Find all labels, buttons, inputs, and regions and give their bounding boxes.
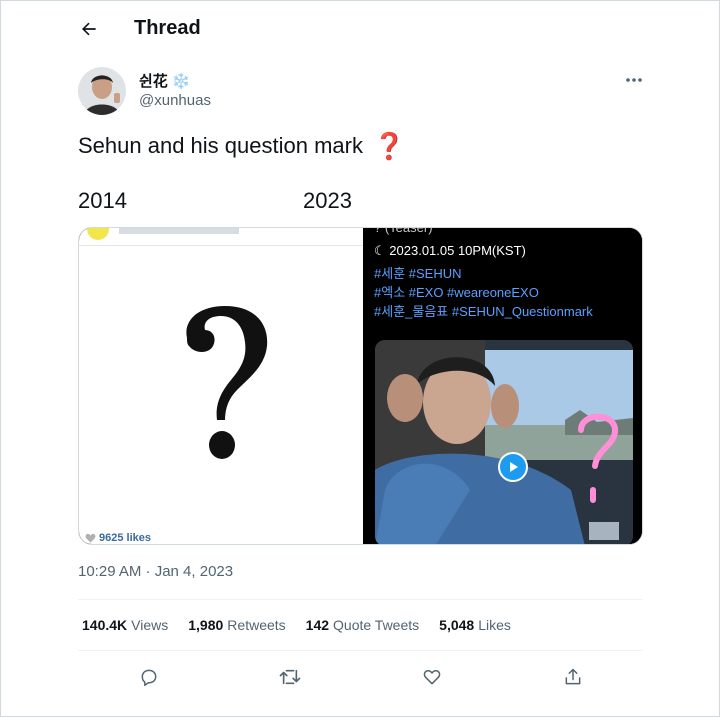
instagram-username-placeholder xyxy=(119,228,239,234)
moon-emoji-icon: ☾ xyxy=(374,243,390,258)
play-icon xyxy=(510,462,518,472)
display-name[interactable]: 쉰花 ❄️ xyxy=(139,70,191,91)
user-handle[interactable]: @xunhuas xyxy=(139,92,211,109)
hashtags-line-3[interactable]: #세훈_물음표 #SEHUN_Questionmark xyxy=(374,303,593,321)
share-button[interactable] xyxy=(557,661,589,693)
media-video-2023[interactable]: ? (Teaser) ☾ 2023.01.05 10PM(KST) #세훈 #S… xyxy=(364,227,642,544)
stat-retweets-label: Retweets xyxy=(227,617,286,633)
back-button[interactable] xyxy=(73,13,105,45)
media-photo-2014[interactable]: 9625 likes xyxy=(79,228,363,544)
stat-quote-tweets[interactable]: 142 Quote Tweets xyxy=(306,617,420,633)
more-options-button[interactable] xyxy=(619,67,649,93)
action-bar xyxy=(78,661,643,693)
red-question-mark-icon: ❓ xyxy=(372,131,406,161)
tweet-text-body: Sehun and his question mark xyxy=(78,133,363,158)
tweet-frame: Thread 쉰花 ❄️ @xunhuas Sehun and his ques… xyxy=(0,0,720,717)
likes-count: 9625 likes xyxy=(85,532,151,544)
arrow-left-icon xyxy=(82,22,96,36)
retweet-button[interactable] xyxy=(274,661,306,693)
heart-icon xyxy=(85,533,96,543)
video-thumbnail[interactable] xyxy=(375,340,633,544)
instagram-avatar xyxy=(87,228,109,240)
teaser-date-text: 2023.01.05 10PM(KST) xyxy=(389,243,526,258)
tweet-timestamp[interactable]: 10:29 AM · Jan 4, 2023 xyxy=(78,563,233,580)
instagram-header xyxy=(79,228,363,246)
teaser-date: ☾ 2023.01.05 10PM(KST) xyxy=(374,242,526,260)
question-mark-graphic xyxy=(186,306,268,459)
divider xyxy=(78,650,643,651)
play-button[interactable] xyxy=(498,452,528,482)
stat-quote-tweets-value: 142 xyxy=(305,617,330,633)
stat-retweets[interactable]: 1,980 Retweets xyxy=(188,617,285,633)
share-icon xyxy=(565,668,581,685)
heart-outline-icon xyxy=(423,670,441,685)
stat-likes-label: Likes xyxy=(478,617,511,633)
stat-retweets-value: 1,980 xyxy=(188,617,224,633)
stat-views[interactable]: 140.4K Views xyxy=(82,617,168,633)
hashtags-line-1[interactable]: #세훈 #SEHUN xyxy=(374,265,462,283)
header: Thread xyxy=(1,1,720,57)
stat-views-label: Views xyxy=(131,617,169,633)
reply-button[interactable] xyxy=(133,661,165,693)
stat-quote-tweets-label: Quote Tweets xyxy=(333,617,420,633)
tweet-text: Sehun and his question mark ❓ xyxy=(78,132,405,160)
divider xyxy=(78,599,643,600)
stat-likes[interactable]: 5,048 Likes xyxy=(439,617,511,633)
display-name-text: 쉰花 xyxy=(139,73,168,90)
teaser-label: ? (Teaser) xyxy=(374,227,433,235)
more-dots-icon xyxy=(626,78,642,82)
reply-icon xyxy=(141,669,157,687)
stat-views-value: 140.4K xyxy=(82,617,128,633)
stat-likes-value: 5,048 xyxy=(439,617,475,633)
page-title: Thread xyxy=(134,17,201,39)
snowflake-emoji-icon: ❄️ xyxy=(171,72,191,90)
retweet-icon xyxy=(279,669,301,685)
avatar[interactable] xyxy=(78,67,126,115)
media-grid[interactable]: 9625 likes ? (Teaser) ☾ 2023.01.05 10PM(… xyxy=(78,227,643,545)
year-label-right: 2023 xyxy=(303,188,352,213)
like-button[interactable] xyxy=(416,661,448,693)
year-label-left: 2014 xyxy=(78,188,127,213)
hashtags-line-2[interactable]: #엑소 #EXO #weareoneEXO xyxy=(374,284,539,302)
tweet-stats: 140.4K Views 1,980 Retweets 142 Quote Tweet… xyxy=(82,617,511,633)
likes-text: 9625 likes xyxy=(99,532,151,544)
